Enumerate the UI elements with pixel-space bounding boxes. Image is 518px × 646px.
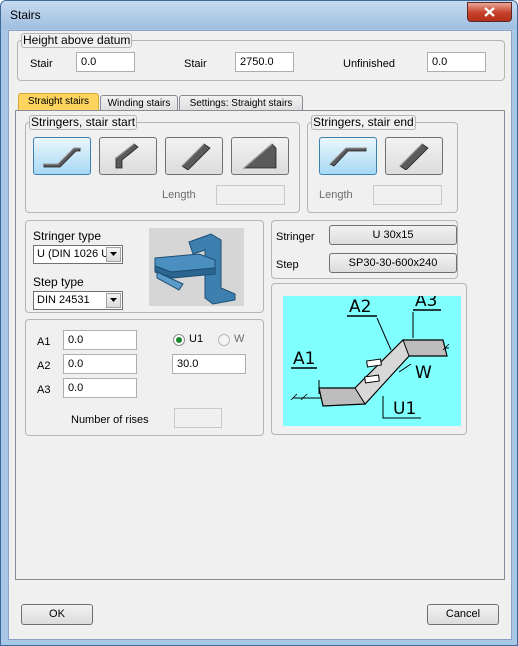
types-group: Stringer type U (DIN 1026 U Step type DI… (25, 220, 264, 313)
stringer-start-length-input[interactable] (216, 185, 285, 205)
dialog-client: Height above datum Stair 0.0 Stair 2750.… (8, 30, 512, 640)
a2-input[interactable]: 0.0 (63, 354, 137, 374)
stringer-start-profile-2-button[interactable] (99, 137, 157, 175)
cancel-button[interactable]: Cancel (427, 604, 499, 625)
dimension-diagram-group: A1 A2 A3 W U1 (271, 283, 467, 435)
step-type-dropdown-button[interactable] (106, 293, 121, 308)
stringer-type-select[interactable]: U (DIN 1026 U (33, 245, 123, 264)
close-icon (484, 7, 495, 17)
stringer-preview-image (149, 228, 244, 306)
number-of-rises-label: Number of rises (71, 414, 149, 426)
stringer-type-dropdown-button[interactable] (106, 247, 121, 262)
dialog-window: Stairs Height above datum Stair 0.0 Stai… (0, 0, 518, 646)
stringer-step-group: Stringer U 30x15 Step SP30-30-600x240 (271, 220, 458, 279)
a2-label: A2 (37, 360, 51, 372)
stringer-profile-icon (43, 147, 81, 168)
u1-radio-label: U1 (189, 333, 204, 345)
unfinished-label: Unfinished (343, 58, 395, 70)
stringer-profile-icon (242, 143, 277, 169)
w-radio[interactable] (218, 334, 230, 346)
stringer-profile-icon (399, 143, 429, 170)
stringer-start-profile-4-button[interactable] (231, 137, 289, 175)
height-above-datum-label: Height above datum (21, 33, 133, 48)
unfinished-height-input[interactable]: 0.0 (427, 52, 486, 72)
stringer-end-profile-2-button[interactable] (385, 137, 443, 175)
close-button[interactable] (467, 2, 512, 22)
diagram-a3-label: A3 (415, 296, 437, 311)
stringer-end-label: Stringers, stair end (311, 115, 416, 130)
diagram-w-label: W (415, 363, 432, 383)
ok-button[interactable]: OK (21, 604, 93, 625)
diagram-u1-label: U1 (393, 399, 416, 419)
a3-label: A3 (37, 384, 51, 396)
title-bar: Stairs (1, 1, 517, 29)
u1-radio[interactable] (173, 334, 185, 346)
stair-label-2: Stair (184, 58, 207, 70)
stringer-profile-icon (329, 147, 367, 167)
step-type-value: DIN 24531 (37, 294, 90, 306)
stringer-end-length-input[interactable] (373, 185, 442, 205)
stringer-start-profile-1-button[interactable] (33, 137, 91, 175)
step-label: Step (276, 259, 299, 271)
stringer-start-length-label: Length (162, 189, 196, 201)
stringer-profile-icon (181, 143, 211, 170)
stair-dimension-diagram: A1 A2 A3 W U1 (283, 296, 461, 426)
chevron-down-icon (110, 252, 117, 256)
a3-input[interactable]: 0.0 (63, 378, 137, 398)
stringer-type-value: U (DIN 1026 U (37, 248, 110, 260)
stringer-end-group: Stringers, stair end Length (307, 115, 458, 213)
stringer-3d-icon (154, 233, 236, 305)
stair-end-height-input[interactable]: 2750.0 (235, 52, 294, 72)
stair-label-1: Stair (30, 58, 53, 70)
dimensions-group: A1 0.0 A2 0.0 A3 0.0 U1 W 30.0 Number of… (25, 319, 264, 436)
stringer-profile-button[interactable]: U 30x15 (329, 225, 457, 245)
step-type-label: Step type (33, 275, 84, 289)
stringer-label: Stringer (276, 231, 315, 243)
height-above-datum-group: Height above datum Stair 0.0 Stair 2750.… (17, 33, 505, 81)
stringer-end-length-label: Length (319, 189, 353, 201)
number-of-rises-input[interactable] (174, 408, 222, 428)
w-radio-label: W (234, 333, 245, 345)
diagram-a2-label: A2 (349, 297, 371, 317)
stringer-end-profile-1-button[interactable] (319, 137, 377, 175)
stringer-start-group: Stringers, stair start Length (25, 115, 300, 213)
stair-start-height-input[interactable]: 0.0 (76, 52, 135, 72)
diagram-a1-label: A1 (293, 349, 315, 369)
stringer-type-label: Stringer type (33, 229, 102, 243)
a1-input[interactable]: 0.0 (63, 330, 137, 350)
a1-label: A1 (37, 336, 51, 348)
chevron-down-icon (110, 298, 117, 302)
stringer-profile-icon (115, 143, 139, 169)
stringer-start-profile-3-button[interactable] (165, 137, 223, 175)
step-type-select[interactable]: DIN 24531 (33, 291, 123, 310)
step-profile-button[interactable]: SP30-30-600x240 (329, 253, 457, 273)
window-title: Stairs (10, 8, 41, 22)
u1-w-value-input[interactable]: 30.0 (172, 354, 246, 374)
stringer-start-label: Stringers, stair start (29, 115, 138, 130)
tab-panel-straight-stairs: Stringers, stair start Length Stringers,… (15, 110, 505, 580)
